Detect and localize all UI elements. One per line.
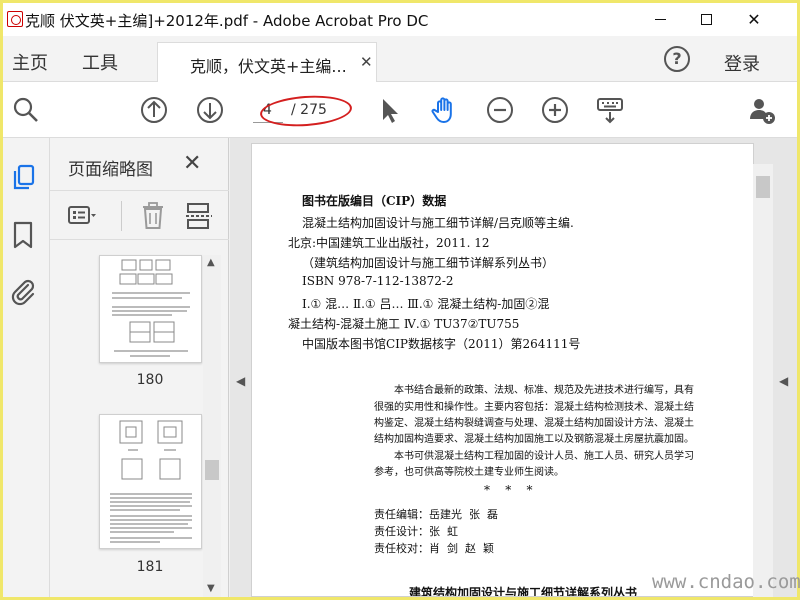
scrollbar-thumb[interactable] — [756, 176, 770, 198]
search-zoom-icon[interactable] — [11, 95, 41, 125]
minimize-button[interactable] — [637, 3, 683, 36]
window-title: 克顺 伏文英+主编]+2012年.pdf - Adobe Acrobat Pro… — [25, 12, 429, 30]
insert-page-icon[interactable] — [186, 202, 212, 230]
star-separator: * * * — [484, 483, 533, 497]
cip-line: 中国版本图书馆CIP数据核字（2011）第264111号 — [302, 337, 581, 351]
description-line: 参考，也可供高等院校土建专业师生阅读。 — [374, 467, 564, 478]
credit-line: 责任编辑：岳建光 张 磊 — [374, 508, 498, 521]
thumbnail-page-number: 180 — [136, 372, 164, 388]
keyboard-scroll-icon[interactable] — [595, 95, 625, 125]
cip-title: 图书在版编目（CIP）数据 — [302, 194, 447, 208]
cip-line: ISBN 978-7-112-13872-2 — [302, 274, 454, 288]
collapse-left-panel-icon[interactable]: ◀ — [236, 374, 245, 388]
cip-line: （建筑结构加固设计与施工细节详解系列丛书） — [302, 256, 555, 270]
acrobat-app-icon — [7, 11, 23, 27]
add-user-icon[interactable] — [747, 95, 777, 125]
cip-line: 混凝土结构加固设计与施工细节详解/吕克顺等主编. — [302, 216, 574, 230]
login-button[interactable]: 登录 — [724, 50, 760, 76]
description-line: 很强的实用性和操作性。主要内容包括：混凝土结构检测技术、混凝土结 — [374, 402, 694, 413]
select-cursor-icon[interactable] — [375, 95, 405, 125]
scroll-down-icon[interactable]: ▼ — [207, 583, 215, 594]
close-window-button[interactable]: ✕ — [731, 3, 777, 36]
description-line: 结构加固构造要求、混凝土结构加固施工以及钢筋混凝土房屋抗震加固。 — [374, 434, 694, 445]
attachment-icon[interactable] — [8, 276, 38, 306]
cip-line: 北京:中国建筑工业出版社，2011. 12 — [288, 236, 490, 250]
help-icon[interactable]: ? — [664, 46, 690, 72]
thumbnails-toolbar — [50, 190, 229, 240]
thumbnail-page-number: 181 — [136, 559, 164, 575]
scrollbar-thumb[interactable] — [205, 460, 219, 480]
main-toolbar: 4 / 275 — [3, 82, 797, 138]
thumbnail-page[interactable] — [99, 414, 202, 549]
hand-tool-icon[interactable] — [429, 95, 459, 125]
tab-home[interactable]: 主页 — [12, 49, 48, 75]
description-line: 本书可供混凝土结构工程加固的设计人员、施工人员、研究人员学习 — [394, 451, 694, 462]
title-bar: 克顺 伏文英+主编]+2012年.pdf - Adobe Acrobat Pro… — [3, 3, 797, 36]
tab-bar: 主页 工具 克顺，伏文英+主编... ✕ ? 登录 — [3, 36, 797, 82]
document-tab-label: 克顺，伏文英+主编... — [190, 57, 347, 76]
minimize-icon — [654, 19, 666, 20]
thumbnail-page-image — [110, 420, 192, 543]
document-scrollbar[interactable] — [753, 164, 773, 597]
next-page-icon[interactable] — [195, 95, 225, 125]
close-icon: ✕ — [747, 9, 761, 29]
zoom-in-icon[interactable] — [540, 95, 570, 125]
thumbnail-options-icon[interactable] — [68, 205, 96, 227]
maximize-icon — [700, 14, 712, 25]
pdf-page: 图书在版编目（CIP）数据 混凝土结构加固设计与施工细节详解/吕克顺等主编. 北… — [251, 143, 754, 597]
bookmark-icon[interactable] — [10, 220, 36, 250]
thumbnail-page[interactable] — [99, 255, 202, 363]
cip-line: Ⅰ.① 混… Ⅱ.① 吕… Ⅲ.① 混凝土结构-加固②混 — [302, 297, 550, 311]
scroll-up-icon[interactable]: ▲ — [207, 257, 215, 268]
close-panel-icon[interactable]: ✕ — [183, 151, 201, 176]
toolbar-divider — [121, 201, 122, 231]
tab-tools[interactable]: 工具 — [82, 49, 118, 75]
description-line: 构鉴定、混凝土结构裂缝调查与处理、混凝土结构加固设计方法、混凝土 — [374, 418, 694, 429]
series-title: 建筑结构加固设计与施工细节详解系列丛书 — [409, 586, 638, 597]
left-tool-rail — [3, 138, 50, 597]
credit-line: 责任校对：肖 剑 赵 颖 — [374, 542, 494, 555]
previous-page-icon[interactable] — [139, 95, 169, 125]
thumbnail-page-image — [112, 259, 190, 357]
page-thumbnails-icon[interactable] — [10, 163, 38, 193]
delete-page-icon[interactable] — [141, 202, 165, 230]
credit-line: 责任设计：张 虹 — [374, 525, 458, 538]
description-line: 本书结合最新的政策、法规、标准、规范及先进技术进行编写，具有 — [394, 385, 694, 396]
maximize-button[interactable] — [683, 3, 729, 36]
zoom-out-icon[interactable] — [485, 95, 515, 125]
document-tab[interactable]: 克顺，伏文英+主编... ✕ — [157, 42, 377, 82]
thumbnails-scrollbar[interactable]: ▲ ▼ — [203, 255, 221, 597]
document-view: ◀ 图书在版编目（CIP）数据 混凝土结构加固设计与施工细节详解/吕克顺等主编.… — [230, 138, 797, 597]
watermark: www.cndao.com — [652, 571, 800, 593]
cip-line: 凝土结构-混凝土施工 Ⅳ.① TU37②TU755 — [288, 317, 520, 331]
thumbnails-panel-title: 页面缩略图 — [68, 160, 153, 180]
expand-right-panel-icon[interactable]: ◀ — [779, 374, 788, 388]
close-tab-icon[interactable]: ✕ — [360, 53, 373, 71]
